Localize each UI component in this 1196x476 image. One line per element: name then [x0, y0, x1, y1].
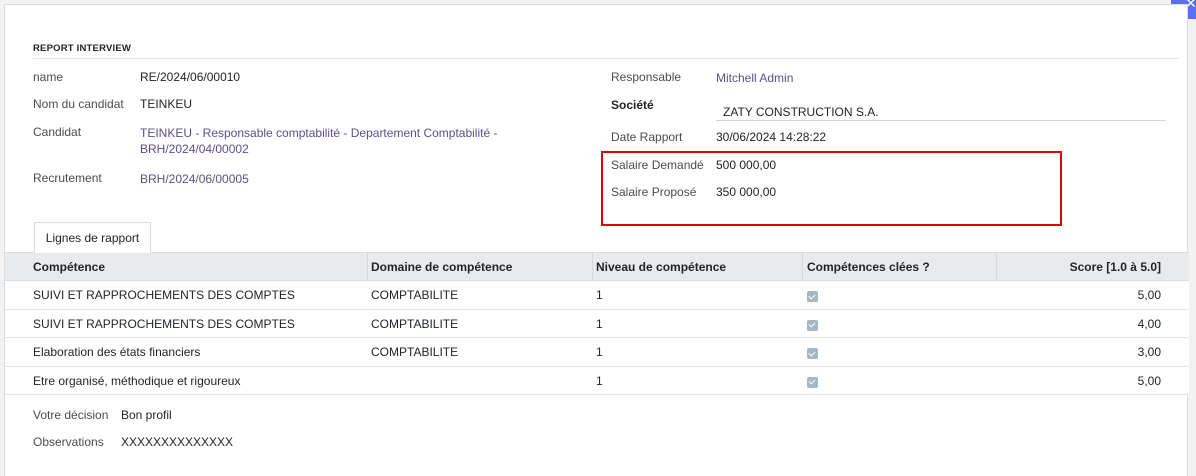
observations-label: Observations	[33, 435, 104, 449]
key-competence-checkbox[interactable]	[807, 376, 818, 388]
table-row[interactable]: SUIVI ET RAPPROCHEMENTS DES COMPTES COMP…	[5, 281, 1189, 310]
report-date-value: 30/06/2024 14:28:22	[716, 130, 827, 144]
company-value: ZATY CONSTRUCTION S.A.	[723, 105, 879, 119]
tab-report-lines[interactable]: Lignes de rapport	[34, 222, 151, 253]
candidate-label: Candidat	[33, 125, 82, 139]
key-competence-checkbox[interactable]	[807, 291, 818, 302]
candidate-name-label: Nom du candidat	[33, 97, 124, 111]
observations-value: XXXXXXXXXXXXXX	[121, 435, 234, 449]
cell-level: 1	[596, 373, 603, 388]
table-row[interactable]: Elaboration des états financiers COMPTAB…	[5, 338, 1189, 367]
form-sheet: REPORT INTERVIEW name RE/2024/06/00010 N…	[4, 4, 1189, 476]
header-domain[interactable]: Domaine de compétence	[371, 253, 512, 280]
salary-highlight-box	[601, 151, 1062, 226]
cell-competence: SUIVI ET RAPPROCHEMENTS DES COMPTES	[33, 288, 295, 302]
cell-score: 5,00	[1137, 288, 1161, 302]
recruitment-link[interactable]: BRH/2024/06/00005	[140, 172, 249, 186]
key-competence-checkbox[interactable]	[807, 319, 818, 331]
cell-domain: COMPTABILITE	[371, 316, 459, 331]
key-competence-checkbox[interactable]	[807, 348, 818, 359]
cell-score: 4,00	[1137, 316, 1161, 331]
section-title: REPORT INTERVIEW	[33, 43, 1179, 59]
cell-competence: SUIVI ET RAPPROCHEMENTS DES COMPTES	[33, 316, 295, 331]
cell-domain: COMPTABILITE	[371, 288, 459, 302]
cell-level: 1	[596, 316, 603, 331]
candidate-link-line2[interactable]: BRH/2024/04/00002	[140, 142, 249, 156]
column-divider	[592, 253, 593, 280]
cell-level: 1	[596, 345, 603, 359]
cell-level: 1	[596, 288, 603, 302]
table-row[interactable]: SUIVI ET RAPPROCHEMENTS DES COMPTES COMP…	[5, 309, 1189, 338]
responsible-link[interactable]: Mitchell Admin	[716, 71, 793, 85]
cell-score: 3,00	[1137, 345, 1161, 359]
name-label: name	[33, 70, 64, 84]
column-divider	[367, 253, 368, 280]
report-date-label: Date Rapport	[611, 130, 683, 144]
company-field[interactable]: ZATY CONSTRUCTION S.A.	[716, 101, 1166, 121]
company-label: Société	[611, 98, 654, 112]
header-key-competence[interactable]: Compétences clées ?	[807, 253, 930, 280]
candidate-name-value: TEINKEU	[140, 97, 193, 111]
decision-label: Votre décision	[33, 408, 109, 422]
name-value: RE/2024/06/00010	[140, 70, 241, 84]
responsible-label: Responsable	[611, 70, 682, 84]
header-score[interactable]: Score [1.0 à 5.0]	[1000, 253, 1161, 280]
cell-domain: COMPTABILITE	[371, 345, 459, 359]
cell-competence: Elaboration des états financiers	[33, 345, 201, 359]
column-divider	[996, 253, 997, 280]
cell-competence: Etre organisé, méthodique et rigoureux	[33, 373, 241, 388]
report-lines-table: Compétence Domaine de compétence Niveau …	[5, 252, 1189, 395]
candidate-link-line1[interactable]: TEINKEU - Responsable comptabilité - Dep…	[140, 126, 497, 140]
header-level[interactable]: Niveau de compétence	[596, 253, 726, 280]
column-divider	[802, 253, 803, 280]
recruitment-label: Recrutement	[33, 171, 102, 185]
table-row[interactable]: Etre organisé, méthodique et rigoureux 1…	[5, 366, 1189, 395]
header-competence[interactable]: Compétence	[33, 253, 105, 280]
cell-score: 5,00	[1137, 373, 1161, 388]
decision-value: Bon profil	[121, 408, 172, 422]
table-header: Compétence Domaine de compétence Niveau …	[5, 252, 1189, 281]
